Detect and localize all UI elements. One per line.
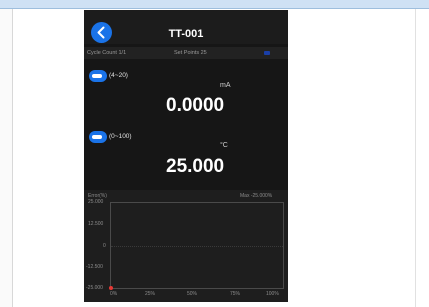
graph-ytick: -12.500 [86, 264, 103, 270]
window-title-strip [0, 0, 429, 9]
error-graph-panel: Error(%) Max -25.000% 25.000 12.500 0 -1… [84, 190, 288, 302]
left-panel [0, 9, 13, 307]
graph-ytick: 25.000 [88, 199, 104, 205]
graph-ytick: -25.000 [86, 285, 103, 291]
graph-xtick: 100% [266, 291, 279, 297]
input-value: 0.0000 [166, 95, 225, 116]
device-screen: TT-001 Cycle Count 1/1 Set Points 25 (4~… [84, 10, 288, 302]
status-indicator [264, 51, 270, 55]
set-points-label: Set Points 25 [174, 50, 207, 56]
graph-xtick: 50% [187, 291, 198, 297]
page-title: TT-001 [168, 28, 204, 40]
ma-input-icon[interactable] [89, 70, 107, 82]
graph-xtick: 0% [110, 291, 118, 297]
output-value: 25.000 [166, 156, 225, 177]
input-unit-label: mA [220, 82, 231, 89]
graph-zero-line [111, 245, 283, 247]
graph-max-label: Max -25.000% [240, 193, 273, 199]
right-divider [415, 9, 416, 307]
graph-plot-area [109, 202, 284, 290]
graph-xtick: 25% [145, 291, 156, 297]
app-header: TT-001 [84, 10, 288, 44]
status-bar: Cycle Count 1/1 Set Points 25 [84, 47, 288, 59]
graph-ytick: 0 [103, 243, 106, 249]
temperature-output-icon[interactable] [89, 131, 107, 143]
input-range-label: (4~20) [109, 72, 128, 79]
cycle-count-label: Cycle Count 1/1 [87, 50, 127, 56]
output-unit-label: °C [220, 142, 228, 149]
output-range-label: (0~100) [109, 133, 132, 140]
graph-ytick: 12.500 [88, 221, 104, 227]
graph-xtick: 75% [230, 291, 241, 297]
graph-data-point [109, 286, 113, 290]
